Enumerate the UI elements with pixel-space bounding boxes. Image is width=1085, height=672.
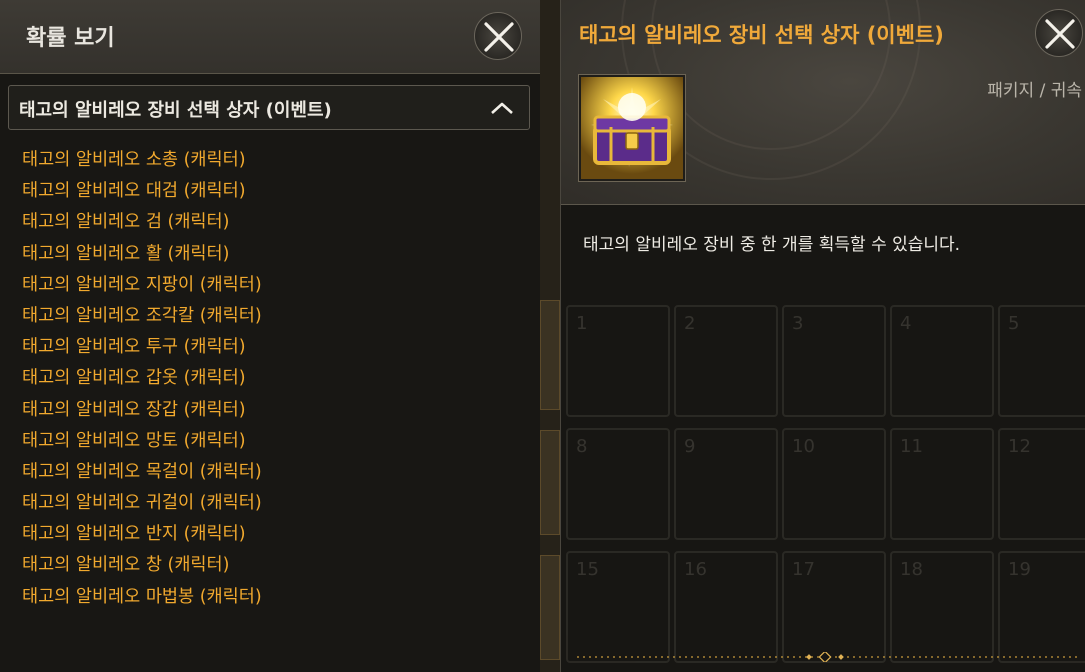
background-slot: 4 [890,305,994,417]
slot-number: 1 [576,313,588,334]
slot-number: 8 [576,436,588,457]
slot-number: 16 [684,559,707,580]
reward-item-list: 태고의 알비레오 소총 (캐릭터) 태고의 알비레오 대검 (캐릭터) 태고의 … [22,145,262,613]
dropdown-selected-label: 태고의 알비레오 장비 선택 상자 (이벤트) [19,100,332,121]
slot-number: 11 [900,436,923,457]
background-slot: 9 [674,428,778,540]
background-slot: 11 [890,428,994,540]
list-item[interactable]: 태고의 알비레오 검 (캐릭터) [22,207,262,238]
list-item[interactable]: 태고의 알비레오 망토 (캐릭터) [22,426,262,457]
background-slot: 5 [998,305,1085,417]
background-slot [540,555,560,660]
close-button[interactable] [474,12,522,60]
chevron-up-icon [491,102,513,114]
panel-title: 확률 보기 [26,26,115,51]
list-item[interactable]: 태고의 알비레오 창 (캐릭터) [22,550,262,581]
list-item[interactable]: 태고의 알비레오 목걸이 (캐릭터) [22,457,262,488]
slot-number: 9 [684,436,696,457]
slot-number: 4 [900,313,912,334]
background-slot-grid: 1 2 3 4 5 8 9 10 11 12 15 16 17 18 19 [561,300,1085,663]
close-icon [484,22,514,52]
list-item[interactable]: 태고의 알비레오 귀걸이 (캐릭터) [22,488,262,519]
list-item[interactable]: 태고의 알비레오 대검 (캐릭터) [22,176,262,207]
close-icon [1045,19,1075,49]
close-button[interactable] [1035,9,1083,57]
background-slot: 19 [998,551,1085,663]
box-select-dropdown[interactable]: 태고의 알비레오 장비 선택 상자 (이벤트) [8,85,530,130]
list-item[interactable]: 태고의 알비레오 지팡이 (캐릭터) [22,270,262,301]
probability-panel: 확률 보기 태고의 알비레오 장비 선택 상자 (이벤트) 태고의 알비레오 소… [0,0,540,672]
background-slot: 18 [890,551,994,663]
slot-number: 12 [1008,436,1031,457]
item-icon-frame [578,74,686,182]
list-item[interactable]: 태고의 알비레오 반지 (캐릭터) [22,519,262,550]
list-item[interactable]: 태고의 알비레오 조각칼 (캐릭터) [22,301,262,332]
slot-number: 10 [792,436,815,457]
item-description: 태고의 알비레오 장비 중 한 개를 획득할 수 있습니다. [583,235,961,255]
item-tooltip-header: 태고의 알비레오 장비 선택 상자 (이벤트) 패키지 / 귀속 [561,0,1085,205]
slot-number: 3 [792,313,804,334]
item-title: 태고의 알비레오 장비 선택 상자 (이벤트) [579,23,944,47]
treasure-chest-icon [581,77,683,179]
list-item[interactable]: 태고의 알비레오 투구 (캐릭터) [22,332,262,363]
item-category: 패키지 / 귀속 [987,81,1082,101]
list-item[interactable]: 태고의 알비레오 소총 (캐릭터) [22,145,262,176]
list-item[interactable]: 태고의 알비레오 장갑 (캐릭터) [22,395,262,426]
slot-number: 15 [576,559,599,580]
background-slot: 3 [782,305,886,417]
background-slot: 17 [782,551,886,663]
background-slot [540,300,560,410]
probability-panel-header: 확률 보기 [0,0,540,74]
list-item[interactable]: 태고의 알비레오 마법봉 (캐릭터) [22,582,262,613]
list-item[interactable]: 태고의 알비레오 갑옷 (캐릭터) [22,363,262,394]
slot-number: 5 [1008,313,1020,334]
background-slot [540,430,560,535]
slot-number: 2 [684,313,696,334]
background-slot: 12 [998,428,1085,540]
slot-number: 19 [1008,559,1031,580]
background-game-strip [540,0,560,672]
background-slot: 16 [674,551,778,663]
background-slot: 8 [566,428,670,540]
slot-number: 18 [900,559,923,580]
background-slot: 2 [674,305,778,417]
background-slot: 15 [566,551,670,663]
decorative-divider [577,652,1077,662]
item-tooltip-panel: 태고의 알비레오 장비 선택 상자 (이벤트) 패키지 / 귀속 태고의 알비레… [560,0,1085,672]
slot-number: 17 [792,559,815,580]
list-item[interactable]: 태고의 알비레오 활 (캐릭터) [22,239,262,270]
background-slot: 10 [782,428,886,540]
background-slot: 1 [566,305,670,417]
